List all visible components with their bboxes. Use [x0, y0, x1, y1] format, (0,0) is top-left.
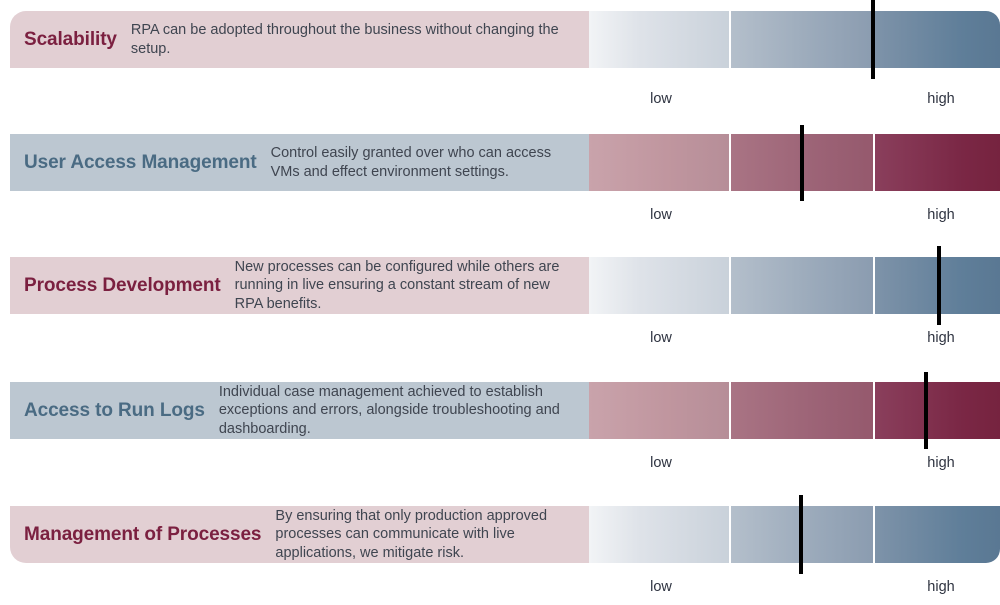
- rating-marker: [800, 125, 804, 201]
- criterion-title: Scalability: [24, 28, 117, 50]
- scale-high-label: high: [927, 207, 955, 223]
- scale-high-label: high: [927, 91, 955, 107]
- scale-low-label: low: [650, 207, 672, 223]
- criterion-row: User Access Management Control easily gr…: [0, 125, 1000, 223]
- scale-segment-mid: [731, 257, 873, 314]
- criterion-row: Process Development New processes can be…: [0, 246, 1000, 346]
- criterion-row: Management of Processes By ensuring that…: [0, 495, 1000, 595]
- criterion-row: Scalability RPA can be adopted throughou…: [0, 0, 1000, 107]
- rating-marker: [937, 246, 941, 325]
- scale-segment-mid: [731, 382, 873, 439]
- scale-segment-low: [589, 506, 729, 563]
- rating-marker: [924, 372, 928, 449]
- scale-segment-low: [589, 11, 729, 68]
- scale-high-label: high: [927, 579, 955, 595]
- scale-segment-low: [589, 257, 729, 314]
- criterion-title: Management of Processes: [24, 523, 262, 545]
- criterion-row: Access to Run Logs Individual case manag…: [0, 372, 1000, 471]
- criterion-label-panel: User Access Management Control easily gr…: [10, 134, 590, 191]
- scale-segment-high: [875, 11, 1000, 68]
- criterion-title: Process Development: [24, 274, 221, 296]
- scale-segment-mid: [731, 11, 873, 68]
- scale-low-label: low: [650, 455, 672, 471]
- rating-scale: [589, 134, 1000, 191]
- criterion-title: User Access Management: [24, 151, 257, 173]
- criterion-label-panel: Process Development New processes can be…: [10, 257, 590, 314]
- criterion-description: New processes can be configured while ot…: [234, 258, 560, 312]
- scale-low-label: low: [650, 579, 672, 595]
- scale-segment-high: [875, 506, 1000, 563]
- scale-high-label: high: [927, 330, 955, 346]
- scale-segment-high: [875, 134, 1000, 191]
- rating-scale: [589, 11, 1000, 68]
- criterion-label-panel: Management of Processes By ensuring that…: [10, 506, 590, 563]
- rating-marker: [799, 495, 803, 574]
- criterion-label-panel: Scalability RPA can be adopted throughou…: [10, 11, 590, 68]
- rating-scale: [589, 382, 1000, 439]
- scale-low-label: low: [650, 330, 672, 346]
- criterion-description: By ensuring that only production approve…: [275, 507, 548, 561]
- rpa-capability-scale-chart: Scalability RPA can be adopted throughou…: [0, 0, 1000, 605]
- criterion-label-panel: Access to Run Logs Individual case manag…: [10, 382, 590, 439]
- scale-low-label: low: [650, 91, 672, 107]
- rating-scale: [589, 506, 1000, 563]
- criterion-description: Individual case management achieved to e…: [218, 383, 560, 437]
- scale-segment-high: [875, 382, 1000, 439]
- criterion-description: RPA can be adopted throughout the busine…: [130, 21, 559, 57]
- criterion-title: Access to Run Logs: [24, 399, 205, 421]
- scale-high-label: high: [927, 455, 955, 471]
- scale-segment-low: [589, 382, 729, 439]
- scale-segment-low: [589, 134, 729, 191]
- criterion-description: Control easily granted over who can acce…: [270, 144, 552, 180]
- rating-marker: [871, 0, 875, 79]
